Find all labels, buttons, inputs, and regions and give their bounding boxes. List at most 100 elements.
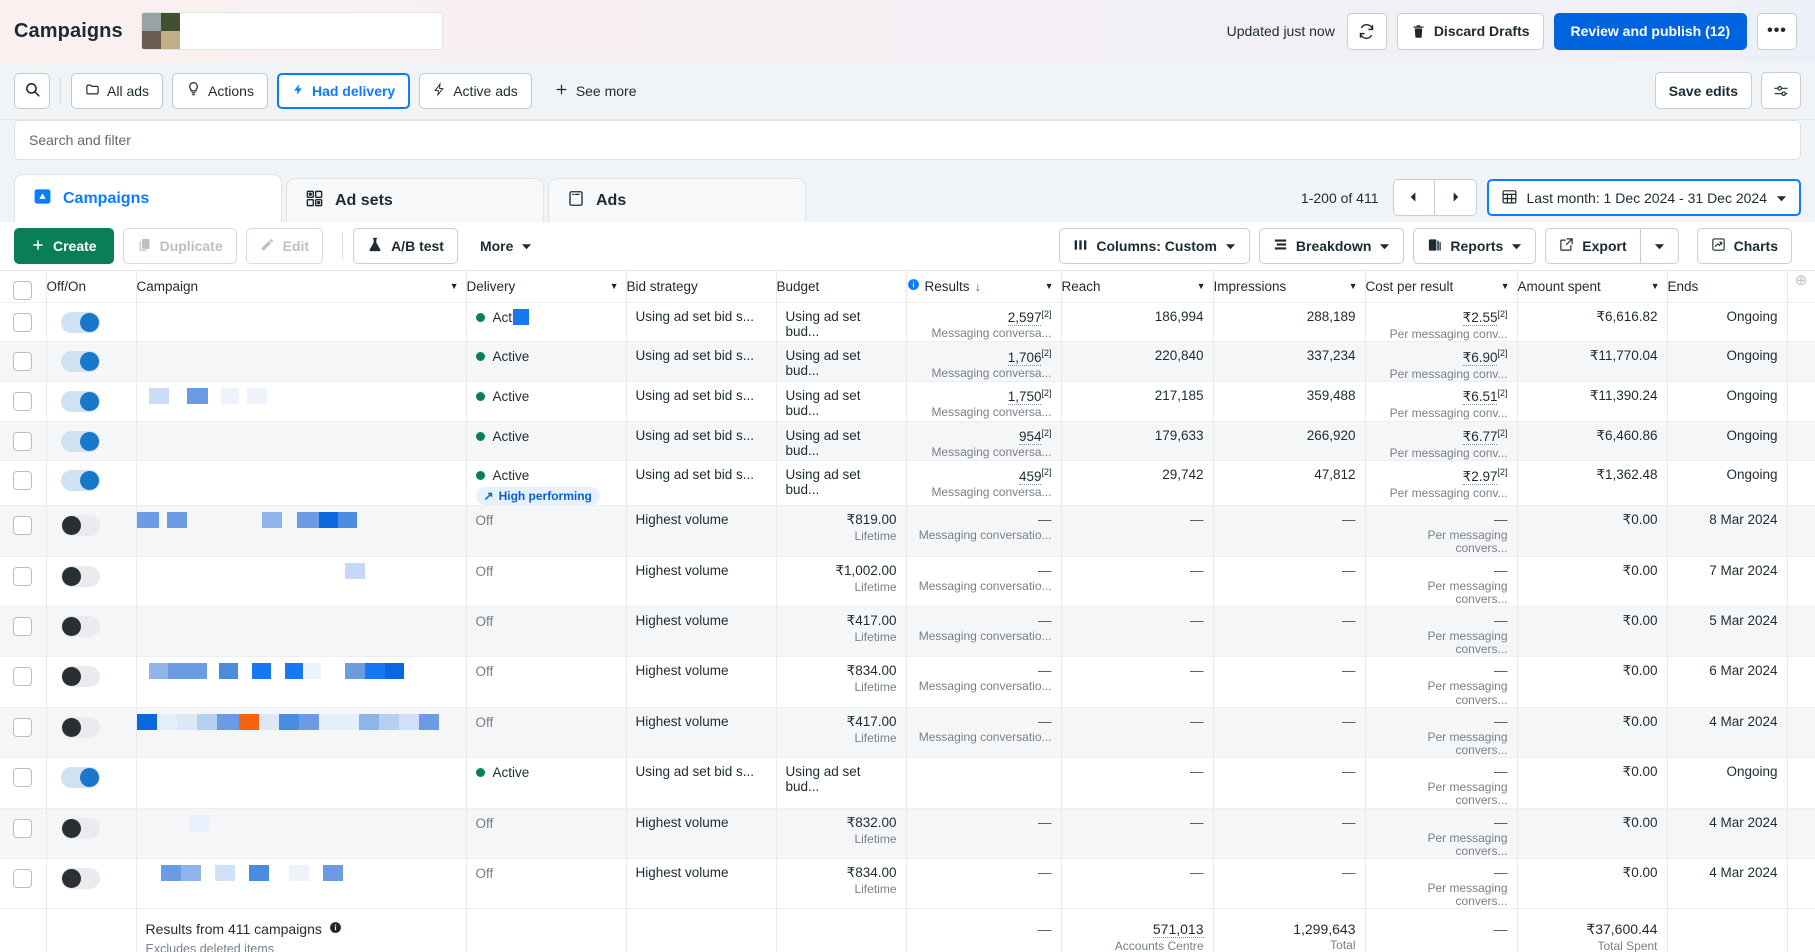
row-select-cell[interactable] — [0, 341, 47, 382]
filter-chip-all-ads[interactable]: All ads — [71, 72, 164, 109]
search-filter-box[interactable] — [14, 120, 1801, 160]
filter-chip-see-more[interactable]: See more — [541, 73, 650, 109]
next-page-button[interactable] — [1434, 179, 1477, 216]
date-range-picker[interactable]: Last month: 1 Dec 2024 - 31 Dec 2024 — [1486, 179, 1801, 216]
col-impressions[interactable]: Impressions ▼ — [1213, 271, 1366, 303]
campaign-toggle[interactable] — [60, 716, 100, 738]
chevron-down-icon[interactable]: ▼ — [1045, 281, 1054, 291]
campaign-toggle[interactable] — [60, 565, 100, 587]
review-publish-button[interactable]: Review and publish (12) — [1553, 12, 1747, 50]
table-row[interactable]: Off Highest volume ₹832.00 Lifetime — — … — [0, 808, 1815, 859]
chevron-down-icon[interactable]: ▼ — [1349, 281, 1358, 291]
row-select-cell[interactable] — [0, 656, 47, 708]
row-select-cell[interactable] — [0, 381, 47, 422]
row-select-cell[interactable] — [0, 606, 47, 658]
tab-campaigns[interactable]: Campaigns — [14, 174, 282, 222]
filter-chip-had-delivery[interactable]: Had delivery — [276, 72, 411, 109]
campaign-toggle[interactable] — [60, 666, 100, 688]
reports-button[interactable]: Reports — [1413, 228, 1537, 264]
row-toggle-cell[interactable] — [46, 505, 137, 557]
campaign-toggle[interactable] — [60, 311, 100, 333]
table-row[interactable]: Active Using ad set bid s... Using ad se… — [0, 757, 1815, 809]
row-campaign-cell[interactable] — [136, 606, 467, 658]
chevron-down-icon[interactable]: ▼ — [1197, 281, 1206, 291]
row-select-cell[interactable] — [0, 757, 47, 809]
row-checkbox[interactable] — [13, 868, 33, 888]
campaign-toggle[interactable] — [60, 616, 100, 637]
row-toggle-cell[interactable] — [46, 808, 137, 859]
discard-drafts-button[interactable]: Discard Drafts — [1396, 12, 1544, 50]
row-checkbox[interactable] — [13, 818, 33, 838]
col-cost-per-result[interactable]: Cost per result ▼ — [1365, 271, 1518, 303]
campaign-toggle[interactable] — [60, 390, 100, 412]
col-amount-spent[interactable]: Amount spent ▼ — [1517, 271, 1668, 303]
search-icon-button[interactable] — [14, 72, 50, 109]
row-toggle-cell[interactable] — [46, 757, 137, 809]
row-checkbox[interactable] — [13, 768, 33, 788]
row-checkbox[interactable] — [13, 566, 33, 586]
columns-button[interactable]: Columns: Custom — [1059, 228, 1250, 264]
row-campaign-cell[interactable] — [136, 505, 467, 557]
row-select-cell[interactable] — [0, 858, 47, 910]
row-toggle-cell[interactable] — [46, 460, 137, 507]
save-edits-button[interactable]: Save edits — [1654, 72, 1752, 109]
export-dropdown-button[interactable] — [1640, 228, 1679, 264]
chevron-down-icon[interactable]: ▼ — [1501, 281, 1510, 291]
table-row[interactable]: Off Highest volume ₹834.00 Lifetime — — … — [0, 858, 1815, 910]
row-toggle-cell[interactable] — [46, 556, 137, 608]
add-column-icon[interactable]: ⊕ — [1795, 272, 1808, 289]
row-toggle-cell[interactable] — [46, 707, 137, 759]
table-row[interactable]: Active Using ad set bid s... Using ad se… — [0, 302, 1815, 343]
row-campaign-cell[interactable] — [136, 556, 467, 608]
campaign-toggle[interactable] — [60, 767, 100, 789]
row-select-cell[interactable] — [0, 421, 47, 462]
campaign-toggle[interactable] — [60, 867, 100, 889]
row-checkbox[interactable] — [13, 312, 33, 332]
row-checkbox[interactable] — [13, 667, 33, 687]
chevron-down-icon[interactable]: ▼ — [450, 281, 459, 291]
row-campaign-cell[interactable] — [136, 341, 467, 382]
row-select-cell[interactable] — [0, 556, 47, 608]
chevron-down-icon[interactable]: ▼ — [610, 281, 619, 291]
prev-page-button[interactable] — [1392, 179, 1435, 216]
col-select-all[interactable] — [0, 271, 47, 303]
header-more-button[interactable]: ••• — [1757, 12, 1797, 50]
col-reach[interactable]: Reach ▼ — [1061, 271, 1214, 303]
more-button[interactable]: More — [467, 228, 545, 264]
table-row[interactable]: Off Highest volume ₹417.00 Lifetime — Me… — [0, 606, 1815, 658]
col-results[interactable]: Results ↓ ▼ — [906, 271, 1062, 303]
row-toggle-cell[interactable] — [46, 858, 137, 910]
table-row[interactable]: Active Using ad set bid s... Using ad se… — [0, 381, 1815, 422]
row-campaign-cell[interactable] — [136, 707, 467, 759]
row-toggle-cell[interactable] — [46, 421, 137, 462]
table-row[interactable]: Off Highest volume ₹834.00 Lifetime — Me… — [0, 656, 1815, 708]
row-select-cell[interactable] — [0, 460, 47, 507]
filter-chip-actions[interactable]: Actions — [172, 72, 268, 109]
row-checkbox[interactable] — [13, 471, 33, 491]
row-checkbox[interactable] — [13, 352, 33, 372]
export-button[interactable]: Export — [1545, 228, 1641, 264]
row-checkbox[interactable] — [13, 431, 33, 451]
row-toggle-cell[interactable] — [46, 302, 137, 343]
charts-button[interactable]: Charts — [1696, 228, 1792, 264]
table-row[interactable]: Off Highest volume ₹819.00 Lifetime — Me… — [0, 505, 1815, 557]
campaign-toggle[interactable] — [60, 515, 100, 537]
row-select-cell[interactable] — [0, 505, 47, 557]
table-row[interactable]: Active ↗ High performing Using ad set bid… — [0, 460, 1815, 507]
campaign-toggle[interactable] — [60, 817, 100, 839]
row-checkbox[interactable] — [13, 717, 33, 737]
row-campaign-cell[interactable] — [136, 858, 467, 910]
table-row[interactable]: Off Highest volume ₹417.00 Lifetime — Me… — [0, 707, 1815, 759]
row-campaign-cell[interactable] — [136, 460, 467, 507]
table-row[interactable]: Off Highest volume ₹1,002.00 Lifetime — … — [0, 556, 1815, 608]
row-campaign-cell[interactable] — [136, 808, 467, 859]
chevron-down-icon[interactable]: ▼ — [1651, 281, 1660, 291]
row-toggle-cell[interactable] — [46, 606, 137, 658]
duplicate-button[interactable]: Duplicate — [122, 228, 237, 264]
ab-test-button[interactable]: A/B test — [353, 228, 458, 264]
row-checkbox[interactable] — [13, 617, 33, 636]
row-select-cell[interactable] — [0, 808, 47, 859]
table-row[interactable]: Active Using ad set bid s... Using ad se… — [0, 341, 1815, 382]
row-checkbox[interactable] — [13, 391, 33, 411]
row-campaign-cell[interactable] — [136, 656, 467, 708]
